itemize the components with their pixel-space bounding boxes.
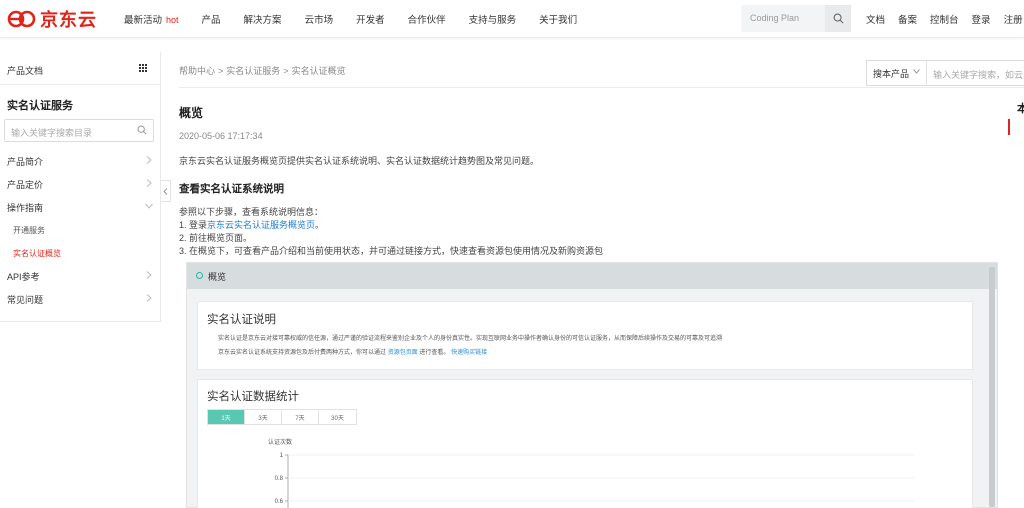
nav-label: 最新活动 — [124, 15, 163, 26]
card-title: 实名认证数据统计 — [207, 391, 299, 403]
nav-item-activities[interactable]: 最新活动 hot — [124, 12, 179, 26]
step-2: 2. 前往概览页面。 — [179, 233, 253, 243]
link-filing[interactable]: 备案 — [898, 12, 917, 26]
sidebar-search-input[interactable]: 输入关键字搜索目录 — [4, 119, 154, 142]
search-icon — [137, 125, 147, 135]
top-search-placeholder: Coding Plan — [750, 13, 800, 23]
nav-item-about[interactable]: 关于我们 — [539, 12, 577, 26]
link-console[interactable]: 控制台 — [930, 12, 959, 26]
top-navbar: 京东云 最新活动 hot 产品 解决方案 云市场 开发者 合作伙伴 支持与服务 关… — [0, 0, 1024, 38]
search-icon — [833, 13, 843, 24]
breadcrumb-current: 实名认证概览 — [291, 66, 346, 76]
nav-item-products[interactable]: 产品 — [202, 12, 221, 26]
article-description: 京东云实名认证服务概览页提供实名认证系统说明、实名认证数据统计趋势图及常见问题。 — [179, 156, 540, 166]
top-search-input[interactable]: Coding Plan — [741, 5, 851, 32]
auth-stats-card: 实名认证数据统计 1天 3天 7天 30天 认证次数 1 0.8 0.6 — [197, 379, 973, 508]
toc-active-indicator — [1008, 119, 1010, 135]
link-register[interactable]: 注册 — [1004, 12, 1023, 26]
search-scope-select[interactable]: 搜本产品 — [867, 61, 927, 85]
header-right-links: 文档 备案 控制台 登录 注册 — [866, 0, 1024, 38]
status-dot-icon — [196, 272, 203, 279]
chevron-right-icon — [146, 179, 152, 187]
sidebar-subitem-enable[interactable]: 开通服务 — [13, 225, 45, 236]
page-title: 概览 — [179, 106, 204, 120]
step-1-prefix: 1. 登录 — [179, 220, 208, 230]
breadcrumb-product[interactable]: 实名认证服务 — [226, 66, 280, 76]
sidebar-title: 实名认证服务 — [7, 100, 73, 112]
sidebar-subitem-overview[interactable]: 实名认证概览 — [13, 248, 61, 259]
chevron-down-icon — [145, 203, 153, 209]
sidebar-item-pricing[interactable]: 产品定价 — [7, 178, 43, 191]
hot-badge: hot — [166, 15, 179, 25]
quick-buy-link[interactable]: 快速购买链接 — [451, 350, 487, 356]
console-screenshot: 概览 实名认证说明 实名认证是京东云对接可靠权威的信任源，通过严谨的验证流程来鉴… — [186, 262, 998, 508]
doc-sidebar: 产品文档 实名认证服务 输入关键字搜索目录 产品简介 产品定价 操作指南 开通服… — [0, 52, 161, 322]
nav-item-marketplace[interactable]: 云市场 — [305, 12, 334, 26]
card-title: 实名认证说明 — [207, 314, 276, 326]
card-text-prefix: 京东云实名认证系统支持资源包及后付费两种方式，你可以通过 — [218, 350, 387, 356]
section-heading: 查看实名认证系统说明 — [179, 183, 284, 195]
tab-3-days[interactable]: 3天 — [245, 410, 282, 424]
screenshot-header-title: 概览 — [208, 272, 227, 282]
time-range-tabs: 1天 3天 7天 30天 — [207, 409, 357, 425]
y-axis-label: 认证次数 — [268, 438, 292, 446]
step-1: 1. 登录京东云实名认证服务概览页。 — [179, 218, 324, 231]
divider — [179, 87, 1024, 88]
sidebar-item-faq[interactable]: 常见问题 — [7, 293, 43, 306]
breadcrumb: 帮助中心 > 实名认证服务 > 实名认证概览 — [179, 64, 346, 77]
auth-count-chart: 认证次数 1 0.8 0.6 — [268, 438, 914, 508]
publish-date: 2020-05-06 17:17:34 — [179, 131, 263, 141]
chevron-right-icon — [146, 294, 152, 302]
chevron-right-icon — [146, 271, 152, 279]
sidebar-item-api[interactable]: API参考 — [7, 270, 40, 283]
step-1-suffix: 。 — [315, 220, 325, 230]
breadcrumb-help[interactable]: 帮助中心 — [179, 66, 215, 76]
card-text-mid: 进行查看。 — [419, 350, 450, 356]
sidebar-item-intro[interactable]: 产品简介 — [7, 155, 43, 168]
sidebar-search-placeholder: 输入关键字搜索目录 — [11, 128, 93, 138]
top-search-button[interactable] — [825, 5, 851, 32]
nav-item-solutions[interactable]: 解决方案 — [244, 12, 282, 26]
y-tick-label: 0.6 — [275, 499, 284, 505]
chevron-down-icon — [913, 69, 920, 74]
logo[interactable]: 京东云 — [7, 8, 97, 30]
tab-1-day[interactable]: 1天 — [208, 410, 245, 424]
grid-icon[interactable] — [139, 64, 147, 72]
toc-title: 本 — [1017, 103, 1024, 115]
main-nav: 最新活动 hot 产品 解决方案 云市场 开发者 合作伙伴 支持与服务 关于我们 — [124, 0, 600, 38]
product-search-input[interactable]: 输入关键字搜索，如云主机 — [933, 68, 1024, 81]
card-text-line-1: 实名认证是京东云对接可靠权威的信任源，通过严谨的验证流程来鉴别企业及个人的身份真… — [218, 336, 723, 342]
nav-item-developers[interactable]: 开发者 — [356, 12, 385, 26]
resource-pack-link[interactable]: 资源包页面 — [388, 350, 418, 356]
overview-page-link[interactable]: 京东云实名认证服务概览页 — [207, 220, 315, 230]
nav-item-support[interactable]: 支持与服务 — [469, 12, 517, 26]
sidebar-collapse-button[interactable] — [161, 180, 171, 202]
chevron-right-icon — [146, 156, 152, 164]
link-login[interactable]: 登录 — [972, 12, 991, 26]
search-scope-value: 搜本产品 — [873, 69, 910, 79]
product-search-box: 搜本产品 输入关键字搜索，如云主机 — [866, 60, 1024, 86]
auth-description-card: 实名认证说明 实名认证是京东云对接可靠权威的信任源，通过严谨的验证流程来鉴别企业… — [197, 301, 973, 370]
screenshot-header: 概览 — [187, 263, 997, 289]
breadcrumb-separator: > — [218, 66, 224, 76]
step-3: 3. 在概览下，可查看产品介绍和当前使用状态，并可通过链接方式，快速查看资源包使… — [179, 246, 604, 256]
tab-7-days[interactable]: 7天 — [282, 410, 319, 424]
y-tick-label: 1 — [280, 453, 284, 459]
sidebar-header-label: 产品文档 — [7, 66, 44, 76]
sidebar-header: 产品文档 — [0, 52, 160, 85]
nav-item-partners[interactable]: 合作伙伴 — [408, 12, 446, 26]
scrollbar[interactable] — [989, 267, 995, 507]
jdcloud-logo-icon — [7, 10, 36, 28]
logo-text: 京东云 — [40, 10, 97, 30]
link-docs[interactable]: 文档 — [866, 12, 885, 26]
tab-30-days[interactable]: 30天 — [319, 410, 356, 424]
steps-intro: 参照以下步骤，查看系统说明信息： — [179, 207, 324, 217]
y-tick-label: 0.8 — [275, 476, 284, 482]
chevron-left-icon — [163, 187, 168, 195]
breadcrumb-separator: > — [283, 66, 289, 76]
sidebar-item-guide[interactable]: 操作指南 — [7, 201, 43, 214]
card-text-line-2: 京东云实名认证系统支持资源包及后付费两种方式，你可以通过 资源包页面 进行查看。… — [218, 347, 487, 356]
